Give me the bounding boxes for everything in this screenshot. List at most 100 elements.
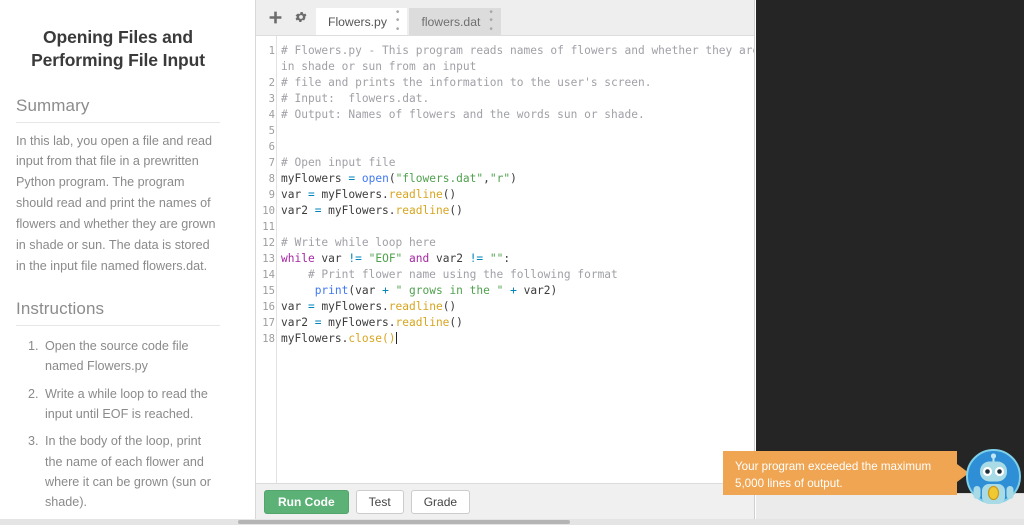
code-line[interactable]: 11 — [256, 219, 754, 235]
code-token: var — [281, 300, 308, 313]
line-number: 13 — [262, 253, 275, 265]
code-token: myFlowers. — [321, 204, 396, 217]
code-token: var — [314, 252, 349, 265]
line-number: 11 — [262, 221, 275, 233]
test-button[interactable]: Test — [355, 489, 404, 514]
kebab-menu-icon[interactable]: • • • — [489, 8, 493, 35]
editor-tab-flowers-py[interactable]: Flowers.py • • • — [316, 8, 408, 35]
code-line[interactable]: 12 # Write while loop here — [256, 235, 754, 251]
line-number: 7 — [268, 157, 275, 169]
code-token: print — [314, 284, 349, 297]
code-token: readline — [395, 204, 450, 217]
lab-ide-window: Opening Files and Performing File Input … — [0, 0, 1024, 525]
line-number: 14 — [262, 269, 275, 281]
code-line[interactable]: 10 var2 = myFlowers.readline() — [256, 203, 754, 219]
code-line[interactable]: 4 # Output: Names of flowers and the word… — [256, 107, 754, 123]
notification-bubble[interactable]: Your program exceeded the maximum 5,000 … — [723, 451, 957, 495]
gear-icon[interactable] — [290, 0, 312, 35]
line-number: 5 — [268, 125, 275, 137]
code-line[interactable]: 13 while var != "EOF" and var2 != "": — [256, 251, 754, 267]
code-token: : — [503, 252, 511, 265]
code-line[interactable]: 3 # Input: flowers.dat. — [256, 91, 754, 107]
editor-tabs: Flowers.py • • • flowers.dat • • • — [316, 8, 503, 35]
code-token: readline — [388, 300, 443, 313]
program-output-console[interactable] — [756, 0, 1024, 493]
code-token: # Print flower name using the following … — [281, 268, 618, 281]
code-token: "EOF" — [368, 252, 403, 265]
code-token: var2 — [281, 316, 315, 329]
code-token: + — [510, 284, 517, 297]
line-number: 8 — [268, 173, 275, 185]
code-token: + — [382, 284, 389, 297]
run-code-button[interactable]: Run Code — [264, 489, 349, 514]
instructions-list: Open the source code file named Flowers.… — [16, 336, 220, 519]
code-token: readline — [388, 188, 443, 201]
code-line[interactable]: 9 var = myFlowers.readline() — [256, 187, 754, 203]
code-token: () — [382, 332, 396, 345]
code-token: while — [281, 252, 315, 265]
code-line-text: var2 = myFlowers.readline() — [281, 203, 463, 219]
instructions-panel: Opening Files and Performing File Input … — [0, 0, 252, 519]
code-token: close — [348, 332, 383, 345]
line-number: 12 — [262, 237, 275, 249]
code-token: (var — [348, 284, 383, 297]
robot-avatar-icon[interactable] — [966, 449, 1021, 504]
code-token: "" — [489, 252, 504, 265]
code-line[interactable]: 16 var = myFlowers.readline() — [256, 299, 754, 315]
code-token: "flowers.dat" — [395, 172, 484, 185]
code-token: ) — [510, 172, 517, 185]
code-line[interactable]: 17 var2 = myFlowers.readline() — [256, 315, 754, 331]
line-number: 16 — [262, 301, 275, 313]
line-number: 1 — [268, 45, 275, 57]
code-token: # Write while loop here — [281, 236, 436, 249]
code-line-text: var2 = myFlowers.readline() — [281, 315, 463, 331]
code-token: var2) — [516, 284, 558, 297]
code-token: () — [449, 204, 463, 217]
plus-icon[interactable] — [264, 0, 286, 35]
line-number: 17 — [262, 317, 275, 329]
code-token: myFlowers. — [321, 316, 396, 329]
code-line-text: # Open input file — [281, 155, 396, 171]
code-token: != — [348, 252, 362, 265]
code-line-text: # Flowers.py - This program reads names … — [281, 43, 754, 75]
summary-heading: Summary — [16, 96, 220, 123]
code-line[interactable]: 14 # Print flower name using the followi… — [256, 267, 754, 283]
code-token: () — [442, 300, 457, 313]
kebab-menu-icon[interactable]: • • • — [396, 8, 400, 35]
page-horizontal-scrollbar-thumb[interactable] — [238, 520, 570, 524]
editor-tabbar: Flowers.py • • • flowers.dat • • • — [256, 0, 754, 36]
instruction-item: In the body of the loop, print the name … — [42, 431, 220, 513]
code-line[interactable]: 7 # Open input file — [256, 155, 754, 171]
grade-button[interactable]: Grade — [410, 489, 471, 514]
code-line[interactable]: 6 — [256, 139, 754, 155]
code-area[interactable]: 1 # Flowers.py - This program reads names… — [256, 36, 754, 483]
code-line-text: var = myFlowers.readline() — [281, 187, 456, 203]
instruction-item: Write a while loop to read the input unt… — [42, 384, 220, 425]
code-line-text: # file and prints the information to the… — [281, 75, 651, 91]
code-line[interactable]: 1 # Flowers.py - This program reads names… — [256, 43, 754, 75]
code-token: # file and prints the information to the… — [281, 76, 652, 89]
code-token: = — [307, 300, 315, 313]
code-line[interactable]: 5 — [256, 123, 754, 139]
line-number: 4 — [268, 109, 275, 121]
code-token: != — [469, 252, 484, 265]
editor-tab-flowers-dat[interactable]: flowers.dat • • • — [409, 8, 501, 35]
editor-tab-label: Flowers.py — [328, 14, 387, 29]
code-line[interactable]: 8 myFlowers = open("flowers.dat","r") — [256, 171, 754, 187]
line-number: 15 — [262, 285, 275, 297]
code-line[interactable]: 18 myFlowers.close() — [256, 331, 754, 347]
page-horizontal-scrollbar[interactable] — [0, 519, 1024, 525]
code-token: "r" — [489, 172, 511, 185]
code-lines[interactable]: 1 # Flowers.py - This program reads names… — [256, 43, 754, 347]
code-line[interactable]: 2 # file and prints the information to th… — [256, 75, 754, 91]
code-token: var2 — [281, 204, 315, 217]
code-token: open — [361, 172, 389, 185]
line-number: 2 — [268, 77, 275, 89]
code-line[interactable]: 15 print(var + " grows in the " + var2) — [256, 283, 754, 299]
code-line-text: print(var + " grows in the " + var2) — [281, 283, 558, 299]
